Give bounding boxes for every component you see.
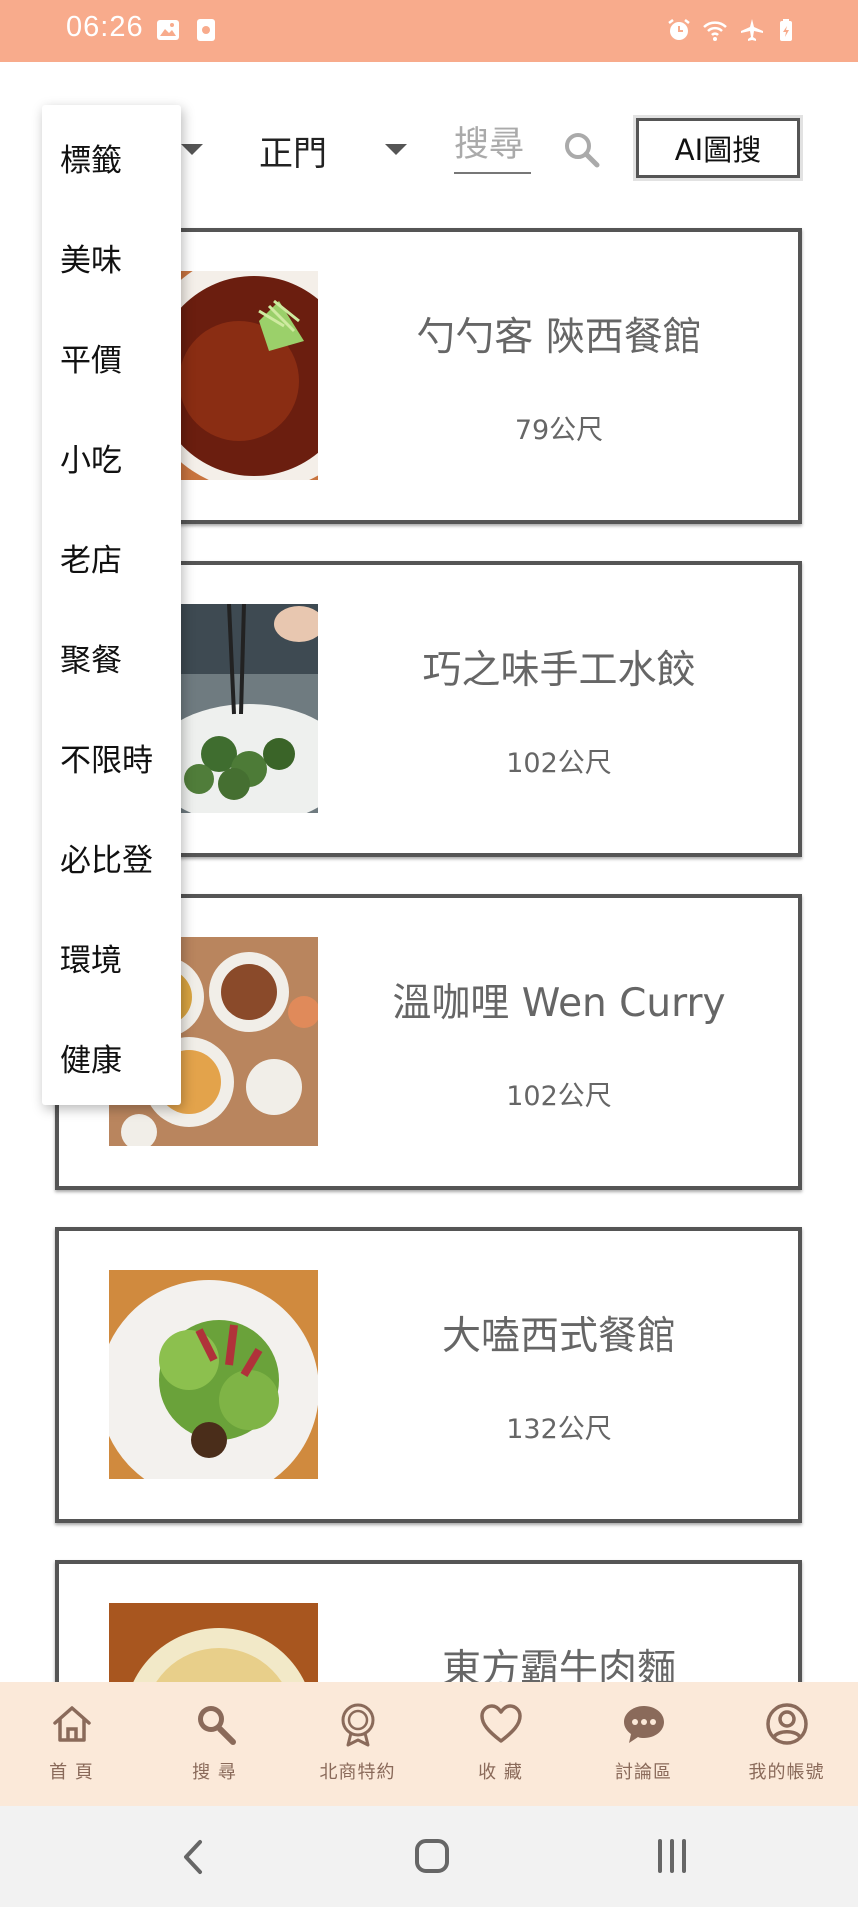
- restaurant-distance: 102公尺: [506, 1081, 612, 1112]
- chat-icon: [623, 1706, 664, 1743]
- tag-option[interactable]: 環境: [60, 935, 122, 980]
- nav-account[interactable]: 我的帳號: [715, 1682, 858, 1806]
- nav-search[interactable]: 搜 尋: [143, 1682, 286, 1806]
- restaurant-name: 大嗑西式餐館: [441, 1314, 676, 1359]
- nav-label: 我的帳號: [748, 1762, 825, 1783]
- nav-home[interactable]: 首 頁: [0, 1682, 143, 1806]
- restaurant-distance: 102公尺: [506, 748, 612, 779]
- home-icon: [52, 1706, 91, 1742]
- account-icon: [765, 1703, 808, 1745]
- nav-favorites[interactable]: 收 藏: [429, 1682, 572, 1806]
- status-time: 06:26: [66, 11, 144, 43]
- back-icon[interactable]: [178, 1838, 208, 1876]
- nav-forum[interactable]: 討論區: [572, 1682, 715, 1806]
- heart-icon: [479, 1704, 522, 1743]
- tag-option[interactable]: 健康: [60, 1035, 122, 1080]
- restaurant-image: [109, 1270, 318, 1479]
- battery-icon: [780, 19, 792, 41]
- system-nav-bar: [0, 1806, 858, 1907]
- search-icon[interactable]: [562, 130, 602, 170]
- restaurant-name: 溫咖哩 Wen Curry: [392, 981, 726, 1026]
- nav-label: 北商特約: [319, 1762, 396, 1783]
- tag-option[interactable]: 老店: [60, 535, 122, 580]
- badge-icon: [341, 1703, 374, 1747]
- nav-label: 收 藏: [478, 1762, 523, 1783]
- bottom-nav: 首 頁 搜 尋 北商特約 收 藏 討論區 我的帳號: [0, 1682, 858, 1806]
- home-button-icon[interactable]: [413, 1837, 451, 1875]
- nav-partner[interactable]: 北商特約: [286, 1682, 429, 1806]
- ai-search-button[interactable]: AI圖搜: [636, 118, 800, 178]
- restaurant-distance: 132公尺: [506, 1414, 612, 1445]
- gallery-icon: [157, 20, 179, 40]
- tag-option[interactable]: 必比登: [60, 835, 153, 880]
- status-bar: 06:26: [0, 0, 858, 62]
- restaurant-name: 勺勺客 陝西餐館: [416, 315, 702, 360]
- restaurant-distance: 79公尺: [514, 415, 604, 446]
- recents-icon[interactable]: [655, 1838, 689, 1874]
- search-input[interactable]: [454, 118, 531, 174]
- tag-dropdown-menu: 標籤 美味 平價 小吃 老店 聚餐 不限時 必比登 環境 健康: [42, 105, 181, 1105]
- nav-label: 搜 尋: [192, 1762, 237, 1783]
- area-dropdown-caret-icon[interactable]: [385, 144, 407, 155]
- tag-option[interactable]: 小吃: [60, 435, 122, 480]
- tag-dropdown-caret-icon[interactable]: [181, 144, 203, 155]
- search-icon: [197, 1706, 236, 1745]
- tag-option[interactable]: 聚餐: [60, 635, 122, 680]
- restaurant-card[interactable]: 大嗑西式餐館 132公尺: [55, 1227, 802, 1523]
- alarm-icon: [668, 19, 690, 40]
- area-select[interactable]: 正門: [259, 126, 327, 175]
- tag-option[interactable]: 標籤: [60, 135, 122, 180]
- wifi-icon: [703, 21, 727, 41]
- restaurant-name: 巧之味手工水餃: [422, 648, 696, 693]
- tag-option[interactable]: 美味: [60, 235, 122, 280]
- airplane-mode-icon: [741, 19, 763, 41]
- nav-label: 首 頁: [49, 1762, 94, 1783]
- app-notification-icon: [197, 19, 215, 41]
- nav-label: 討論區: [615, 1762, 672, 1783]
- tag-option[interactable]: 平價: [60, 335, 122, 380]
- tag-option[interactable]: 不限時: [60, 735, 153, 780]
